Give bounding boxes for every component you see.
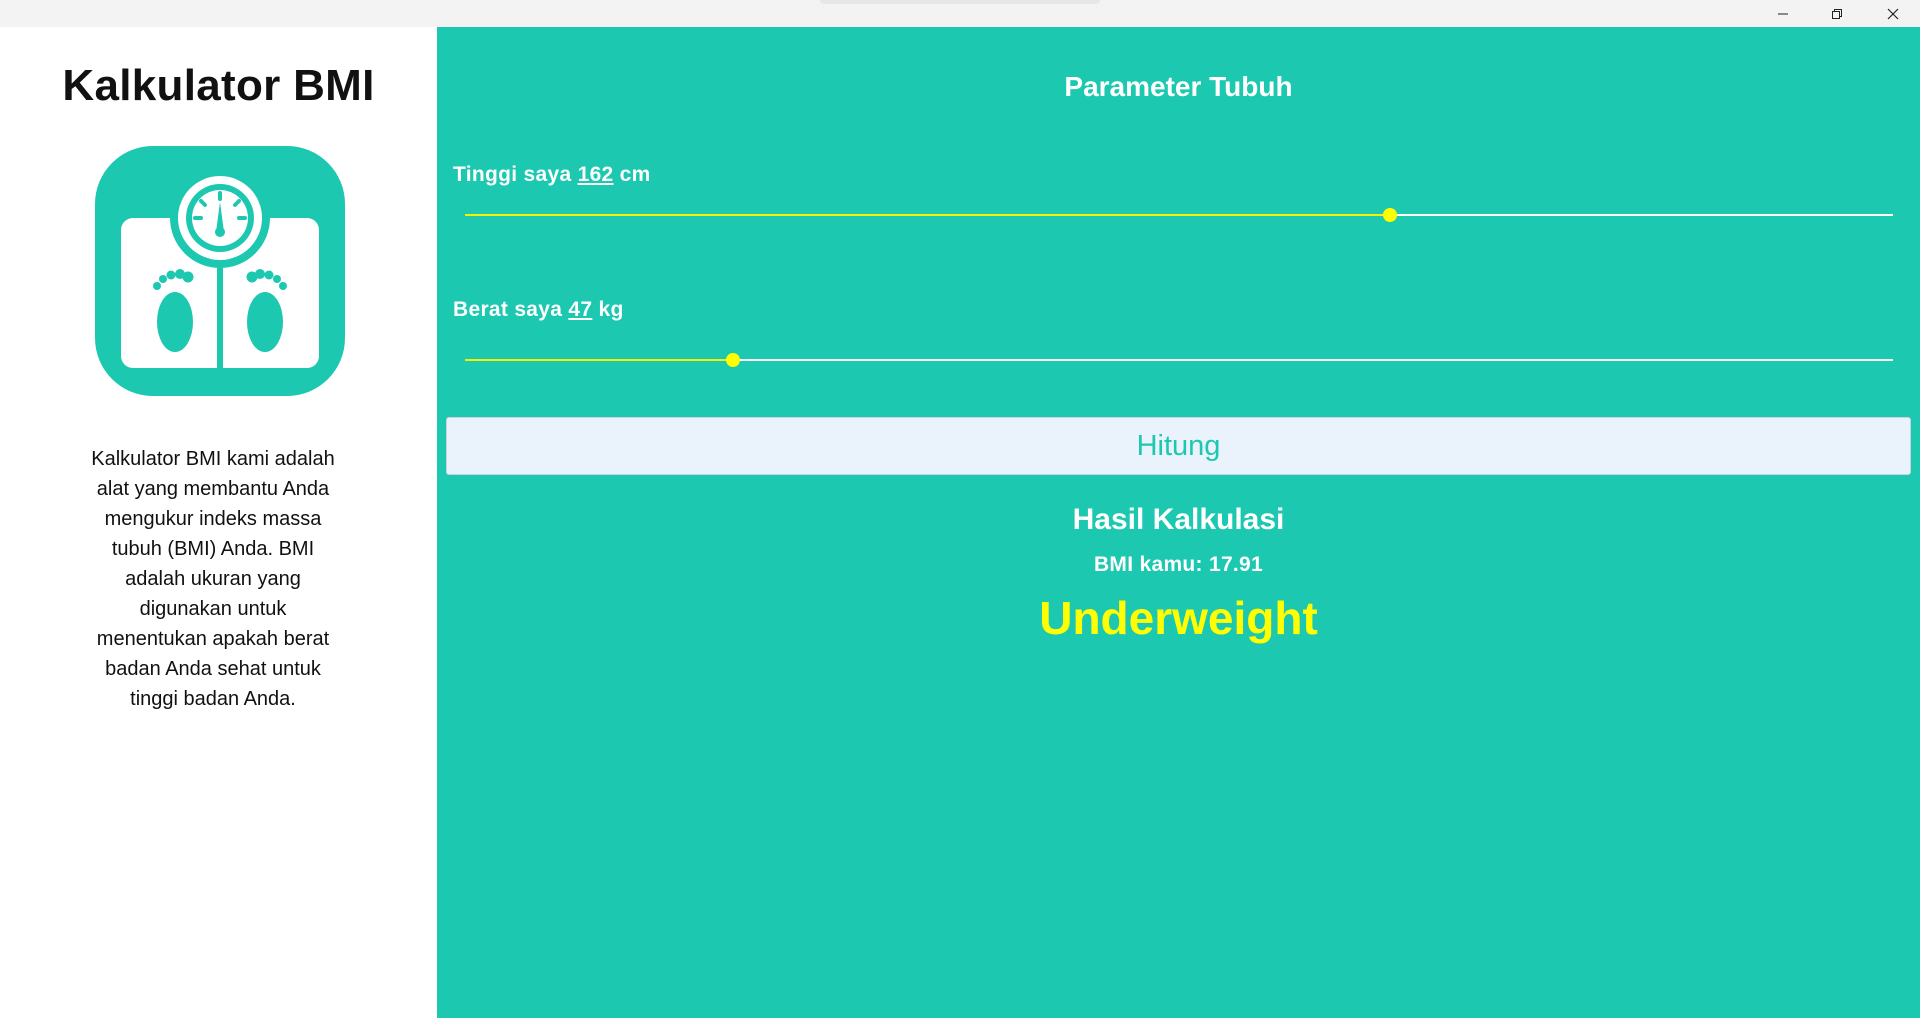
main-panel: Parameter Tubuh Tinggi saya 162 cm Berat…: [437, 27, 1920, 1018]
bmi-result: BMI kamu: 17.91: [437, 553, 1920, 577]
calculate-button[interactable]: Hitung: [446, 417, 1911, 475]
weight-slider-thumb[interactable]: [726, 353, 741, 367]
bmi-label: BMI kamu:: [1093, 553, 1209, 576]
app-description: Kalkulator BMI kami adalah alat yang mem…: [91, 448, 335, 710]
weight-value: 47: [568, 298, 593, 321]
section-title: Parameter Tubuh: [1064, 71, 1293, 102]
height-label: Tinggi saya 162 cm: [453, 163, 651, 187]
height-slider[interactable]: [465, 205, 1893, 225]
bmi-value: 17.91: [1208, 553, 1264, 576]
height-value: 162: [577, 163, 614, 186]
close-button[interactable]: [1866, 0, 1920, 27]
result-title: Hasil Kalkulasi: [1072, 503, 1285, 536]
height-unit: cm: [613, 163, 651, 186]
sidebar: Kalkulator BMI Kalkulator BMI kami adala…: [0, 27, 437, 1018]
app-title: Kalkulator BMI: [62, 61, 375, 110]
weight-prefix: Berat saya: [453, 298, 569, 321]
bmi-category: Underweight: [1039, 592, 1318, 644]
window-titlebar: [0, 0, 1920, 27]
bathroom-scale-icon: [95, 146, 345, 396]
maximize-button[interactable]: [1810, 0, 1864, 27]
restore-icon: [1832, 8, 1842, 19]
titlebar-drag-handle[interactable]: [820, 0, 1100, 4]
weight-slider[interactable]: [465, 350, 1893, 370]
height-slider-fill: [465, 214, 1391, 216]
close-icon: [1887, 8, 1899, 19]
weight-slider-fill: [465, 359, 734, 361]
height-prefix: Tinggi saya: [453, 163, 578, 186]
weight-label: Berat saya 47 kg: [453, 298, 624, 322]
weight-unit: kg: [592, 298, 624, 321]
height-slider-thumb[interactable]: [1383, 208, 1398, 222]
minimize-icon: [1778, 13, 1788, 14]
minimize-button[interactable]: [1756, 0, 1810, 27]
